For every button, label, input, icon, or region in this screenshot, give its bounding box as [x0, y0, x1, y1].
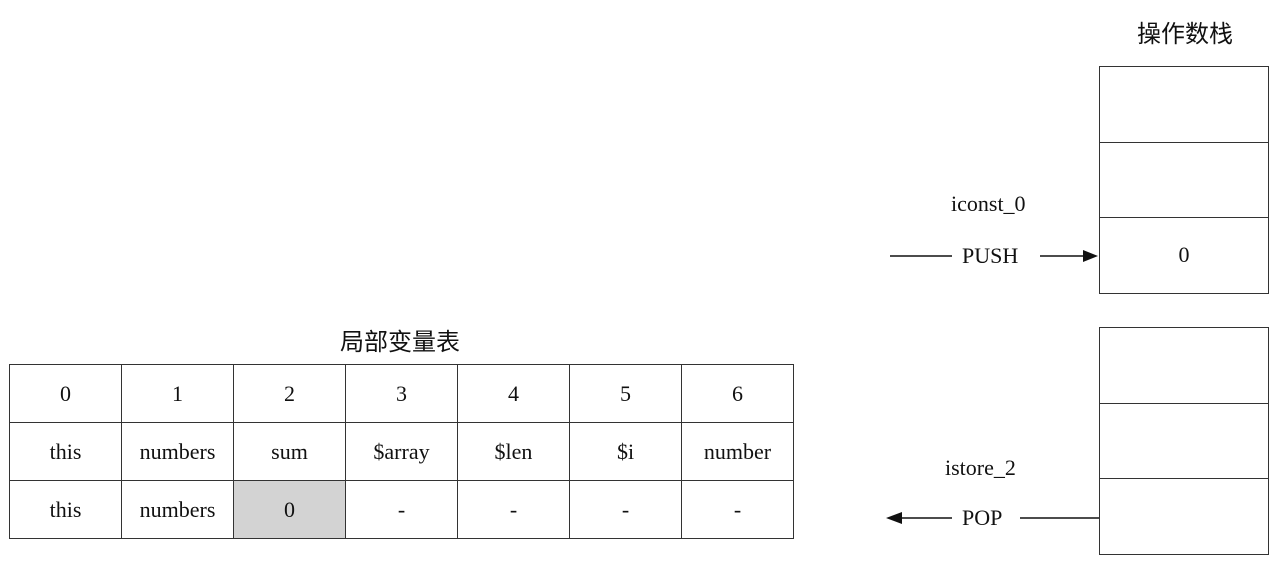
stack-slot	[1100, 142, 1268, 217]
value-cell: numbers	[121, 480, 234, 539]
operand-stack-after	[1099, 327, 1269, 555]
name-row: this numbers sum $array $len $i number	[9, 422, 794, 481]
push-label: PUSH	[962, 243, 1019, 268]
name-cell: numbers	[121, 422, 234, 481]
name-cell: sum	[233, 422, 346, 481]
name-cell: $i	[569, 422, 682, 481]
operand-stack-title: 操作数栈	[1137, 22, 1233, 48]
index-cell: 0	[9, 364, 122, 423]
operand-stack-before: 0	[1099, 66, 1269, 294]
name-cell: this	[9, 422, 122, 481]
pop-label: POP	[962, 505, 1003, 530]
value-row: this numbers 0 - - - -	[9, 480, 794, 539]
index-cell: 4	[457, 364, 570, 423]
instruction-iconst-label: iconst_0	[951, 191, 1026, 216]
instruction-istore-label: istore_2	[945, 455, 1016, 480]
stack-slot-top	[1100, 478, 1268, 553]
value-cell: -	[457, 480, 570, 539]
local-variable-table-title: 局部变量表	[340, 330, 460, 356]
stack-slot	[1100, 403, 1268, 478]
local-variable-table: 0 1 2 3 4 5 6 this numbers sum $array $l…	[9, 364, 794, 539]
index-cell: 5	[569, 364, 682, 423]
value-cell: this	[9, 480, 122, 539]
pop-arrowhead-icon	[886, 512, 902, 524]
stack-slot	[1100, 328, 1268, 403]
value-cell: -	[345, 480, 458, 539]
index-cell: 6	[681, 364, 794, 423]
name-cell: $array	[345, 422, 458, 481]
name-cell: number	[681, 422, 794, 481]
value-cell: -	[569, 480, 682, 539]
value-cell-highlighted: 0	[233, 480, 346, 539]
push-arrowhead-icon	[1083, 250, 1098, 262]
index-cell: 2	[233, 364, 346, 423]
stack-slot	[1100, 67, 1268, 142]
name-cell: $len	[457, 422, 570, 481]
value-cell: -	[681, 480, 794, 539]
index-cell: 3	[345, 364, 458, 423]
index-row: 0 1 2 3 4 5 6	[9, 364, 794, 423]
index-cell: 1	[121, 364, 234, 423]
stack-slot-top: 0	[1100, 217, 1268, 292]
